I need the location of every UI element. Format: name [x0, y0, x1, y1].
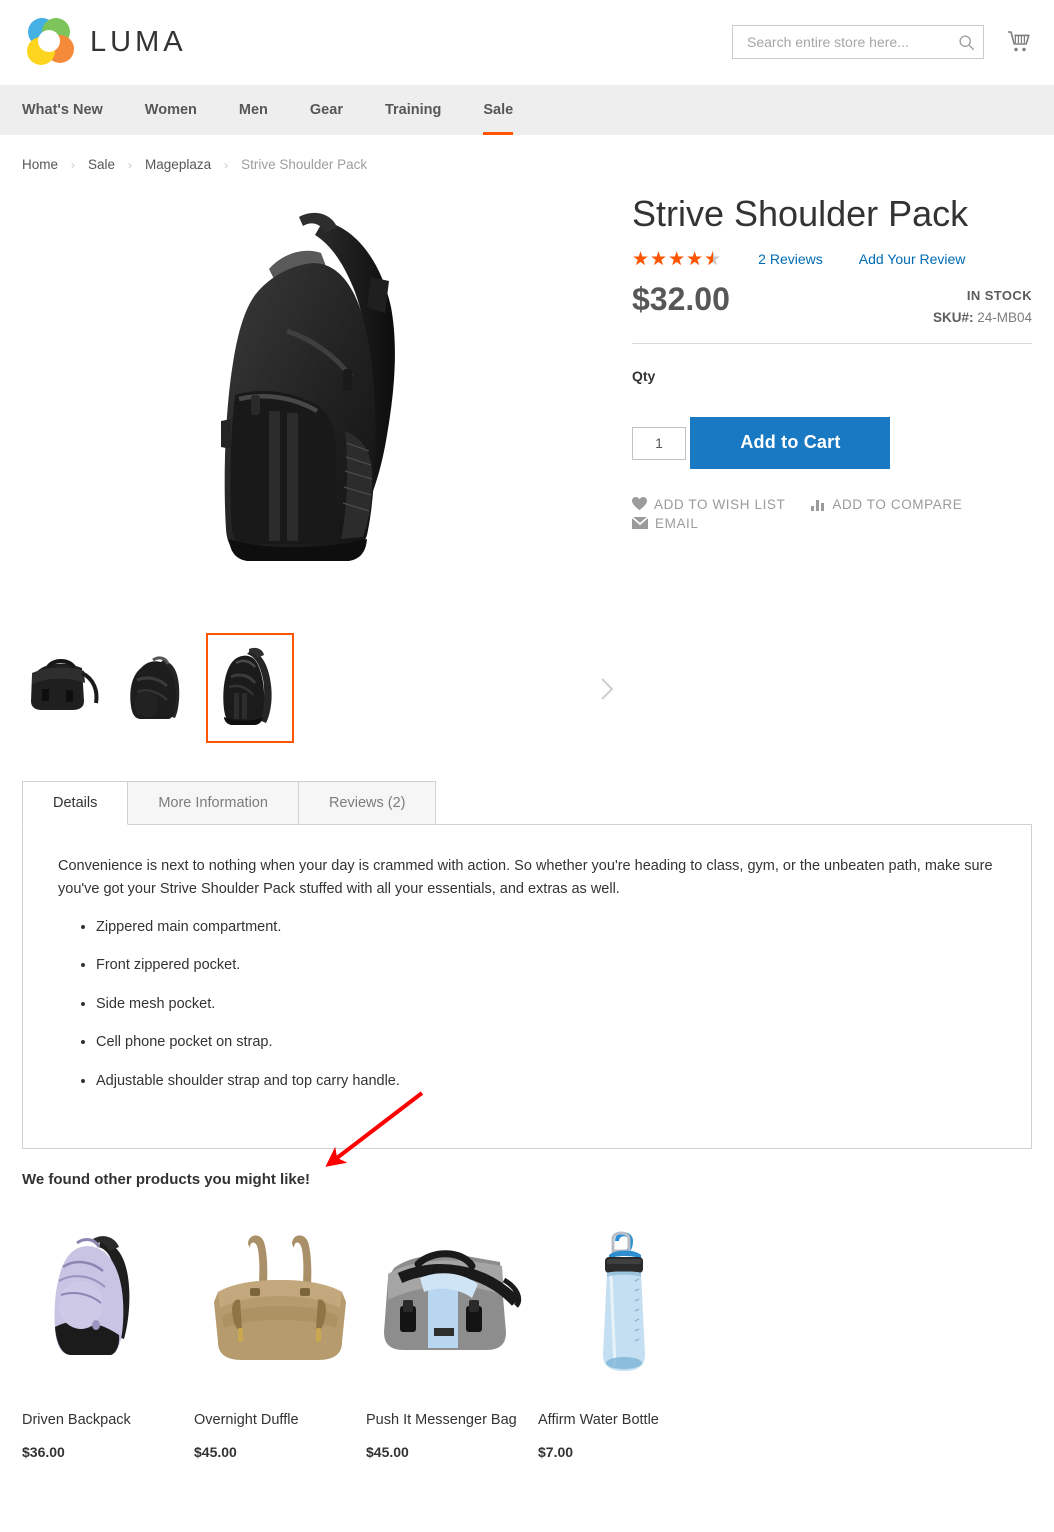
add-to-compare-label: ADD TO COMPARE — [832, 496, 963, 512]
list-item: Zippered main compartment. — [96, 916, 996, 938]
details-paragraph: Convenience is next to nothing when your… — [58, 858, 993, 898]
nav-item-gear[interactable]: Gear — [289, 85, 364, 135]
related-product-item[interactable]: Driven Backpack $36.00 — [22, 1224, 194, 1460]
qty-input[interactable] — [632, 426, 686, 460]
thumbnail-2[interactable] — [114, 633, 202, 743]
related-product-item[interactable]: Affirm Water Bottle $7.00 — [538, 1224, 710, 1460]
email-link[interactable]: EMAIL — [632, 516, 699, 531]
tab-details[interactable]: Details — [22, 781, 129, 825]
add-to-wishlist-label: ADD TO WISH LIST — [654, 496, 786, 512]
tab-reviews[interactable]: Reviews (2) — [297, 781, 437, 824]
list-item: Front zippered pocket. — [96, 954, 996, 976]
search-icon[interactable] — [958, 34, 975, 51]
product-main: Strive Shoulder Pack ★★★★★ ★★★★★ 2 Revie… — [0, 172, 1054, 743]
related-product-name[interactable]: Push It Messenger Bag — [366, 1412, 538, 1428]
product-extra-links: ADD TO WISH LIST ADD TO COMPARE EMAIL — [632, 497, 992, 531]
breadcrumb-item-home[interactable]: Home — [22, 157, 58, 172]
main-navigation: What's New Women Men Gear Training Sale — [0, 85, 1054, 135]
site-header: LUMA — [0, 0, 1054, 85]
breadcrumb-separator: › — [224, 157, 229, 172]
stock-status: IN STOCK — [966, 287, 1032, 303]
sling-pack-thumbnail-icon — [223, 647, 272, 725]
gallery-next-icon[interactable] — [597, 677, 617, 701]
search-box[interactable] — [732, 25, 984, 59]
breadcrumb-item-sale[interactable]: Sale — [88, 157, 115, 172]
tan-duffle-bag-icon — [214, 1235, 346, 1361]
related-product-image[interactable] — [194, 1224, 366, 1384]
sku-value: 24-MB04 — [977, 309, 1032, 325]
add-to-cart-button[interactable]: Add to Cart — [690, 416, 891, 469]
related-products-grid: Driven Backpack $36.00 Overnight Duffle … — [22, 1224, 1032, 1460]
backpack-thumbnail-icon — [130, 656, 180, 719]
related-product-price: $7.00 — [538, 1444, 574, 1461]
breadcrumb-separator: › — [71, 157, 76, 172]
thumbnail-3[interactable] — [206, 633, 294, 743]
messenger-bag-thumbnail-icon — [31, 659, 99, 710]
lavender-backpack-icon — [54, 1236, 130, 1356]
price-row: $32.00 IN STOCK SKU#: 24-MB04 — [632, 283, 1032, 344]
sku-label: SKU#: — [932, 309, 974, 325]
nav-item-whats-new[interactable]: What's New — [22, 85, 124, 135]
related-products: We found other products you might like! … — [0, 1171, 1054, 1460]
breadcrumb-item-current: Strive Shoulder Pack — [241, 157, 368, 172]
logo[interactable]: LUMA — [22, 16, 187, 70]
list-item: Side mesh pocket. — [96, 993, 996, 1015]
related-products-title: We found other products you might like! — [22, 1171, 311, 1189]
details-bullet-list: Zippered main compartment. Front zippere… — [58, 916, 996, 1092]
breadcrumb-item-mageplaza[interactable]: Mageplaza — [145, 157, 211, 172]
related-product-item[interactable]: Push It Messenger Bag $45.00 — [366, 1224, 538, 1460]
sling-backpack-image — [221, 212, 395, 561]
related-product-image[interactable] — [538, 1224, 710, 1384]
gray-messenger-bag-icon — [384, 1250, 522, 1351]
list-item: Adjustable shoulder strap and top carry … — [96, 1070, 996, 1092]
nav-item-men[interactable]: Men — [218, 85, 289, 135]
tab-list: Details More Information Reviews (2) — [22, 781, 1032, 825]
search-input[interactable] — [745, 33, 958, 51]
breadcrumb: Home › Sale › Mageplaza › Strive Shoulde… — [0, 135, 1054, 172]
nav-item-women[interactable]: Women — [124, 85, 218, 135]
related-product-price: $45.00 — [194, 1444, 237, 1461]
luma-rings-logo-icon — [27, 17, 74, 65]
blue-water-bottle-icon — [603, 1231, 645, 1372]
shopping-cart-icon[interactable] — [1006, 29, 1032, 55]
tab-more-information[interactable]: More Information — [127, 781, 299, 824]
product-main-image[interactable] — [22, 186, 618, 611]
bar-chart-icon — [811, 499, 825, 511]
header-actions — [732, 25, 1032, 59]
add-review-link[interactable]: Add Your Review — [859, 251, 966, 267]
product-sku: SKU#: 24-MB04 — [933, 310, 1032, 325]
related-product-price: $45.00 — [366, 1444, 409, 1461]
thumbnail-1[interactable] — [22, 633, 110, 743]
product-tabs: Details More Information Reviews (2) Con… — [0, 781, 1054, 1150]
related-product-item[interactable]: Overnight Duffle $45.00 — [194, 1224, 366, 1460]
nav-item-sale[interactable]: Sale — [462, 85, 534, 135]
stock-block: IN STOCK SKU#: 24-MB04 — [933, 283, 1032, 325]
qty-label: Qty — [632, 367, 656, 384]
thumbnail-strip — [22, 633, 618, 743]
related-product-image[interactable] — [366, 1224, 538, 1384]
related-product-name[interactable]: Affirm Water Bottle — [538, 1412, 710, 1428]
add-to-wishlist-link[interactable]: ADD TO WISH LIST — [632, 497, 785, 512]
star-rating-fill: ★★★★★ — [632, 249, 713, 269]
breadcrumb-separator: › — [128, 157, 133, 172]
star-rating[interactable]: ★★★★★ ★★★★★ — [632, 250, 722, 269]
tab-panel-details: Convenience is next to nothing when your… — [22, 824, 1032, 1150]
related-product-name[interactable]: Overnight Duffle — [194, 1412, 366, 1428]
heart-icon — [632, 497, 647, 511]
product-price: $32.00 — [632, 280, 730, 317]
reviews-link[interactable]: 2 Reviews — [758, 251, 823, 267]
related-product-name[interactable]: Driven Backpack — [22, 1412, 194, 1428]
related-product-image[interactable] — [22, 1224, 194, 1384]
product-gallery — [22, 186, 618, 743]
nav-item-training[interactable]: Training — [364, 85, 462, 135]
rating-row: ★★★★★ ★★★★★ 2 Reviews Add Your Review — [632, 250, 1032, 269]
list-item: Cell phone pocket on strap. — [96, 1031, 996, 1053]
brand-name: LUMA — [90, 26, 187, 58]
add-to-compare-link[interactable]: ADD TO COMPARE — [811, 497, 962, 512]
page-title: Strive Shoulder Pack — [632, 193, 969, 234]
related-product-price: $36.00 — [22, 1444, 65, 1461]
product-info: Strive Shoulder Pack ★★★★★ ★★★★★ 2 Revie… — [618, 186, 1032, 743]
envelope-icon — [632, 517, 648, 530]
email-label: EMAIL — [655, 515, 699, 531]
